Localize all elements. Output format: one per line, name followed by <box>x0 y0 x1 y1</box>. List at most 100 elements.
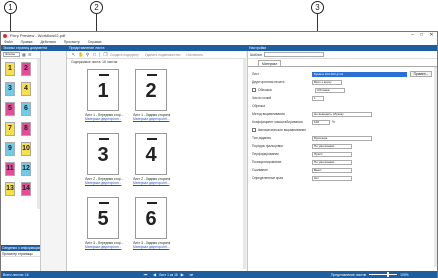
page-preview[interactable]: 5 <box>87 197 119 239</box>
menu-actions[interactable]: Действия <box>40 40 55 44</box>
page-thumbnail[interactable]: 10 <box>21 142 31 156</box>
center-scrollbar[interactable] <box>243 59 246 269</box>
sheet-card[interactable]: 5 Лист 3 - Передняя стор... Материал дву… <box>85 197 125 255</box>
thumb-row: 11 12 <box>3 161 37 181</box>
page-preview[interactable]: 2 <box>135 69 167 111</box>
auto-align-checkbox[interactable] <box>252 128 256 132</box>
sheet-card[interactable]: 1 Лист 1 - Передняя стор... Материал дву… <box>85 69 125 127</box>
list-view-icon[interactable]: ☰ <box>28 52 32 57</box>
tab-media[interactable]: Материал <box>258 60 282 66</box>
thumbnail-mode-select[interactable]: Эскизы <box>3 52 20 57</box>
sheet-media-link[interactable]: Материал двусторонн... <box>85 181 129 185</box>
page-thumbnail[interactable]: 13 <box>5 182 15 196</box>
hand-icon[interactable]: ✋ <box>78 52 84 57</box>
page-thumbnail[interactable]: 6 <box>21 102 31 116</box>
menu-file[interactable]: Файл <box>4 40 13 44</box>
edges-select[interactable]: Нет <box>312 175 352 181</box>
staple-select[interactable]: Выкл. <box>312 167 352 173</box>
page-thumbnail[interactable]: 7 <box>5 122 15 136</box>
page-preview[interactable]: 3 <box>87 133 119 175</box>
window-title: Fiery Preview - Workflow02.pdf <box>10 33 66 38</box>
sheet-card[interactable]: 3 Лист 2 - Передняя стор... Материал дву… <box>85 133 125 191</box>
paper-row: Лист Бумага 100-200 g/m2 Примен... <box>252 71 432 77</box>
page-number: 4 <box>145 144 157 166</box>
menu-help[interactable]: Справка <box>88 40 102 44</box>
job-type-row: Тип задания Брошюра <box>252 135 432 141</box>
paper-select[interactable]: Бумага 100-200 g/m2 <box>312 71 407 77</box>
zoom-slider-knob[interactable] <box>387 272 390 277</box>
placement-select[interactable]: Не выводить обрезку <box>312 111 372 117</box>
minimize-icon[interactable]: – <box>408 32 417 39</box>
thumb-row: 1 2 <box>3 61 37 81</box>
page-preview[interactable]: 4 <box>135 133 167 175</box>
page-thumbnail[interactable]: 14 <box>21 182 31 196</box>
sheet-card[interactable]: 4 Лист 2 - Задняя сторона Материал двуст… <box>133 133 173 191</box>
fold-order-select[interactable]: По умолчанию <box>312 143 352 149</box>
sheet-media-link[interactable]: Материал двусторонн... <box>133 245 177 249</box>
scale-input[interactable]: 100 <box>312 119 330 125</box>
maximize-icon[interactable]: □ <box>417 32 426 39</box>
job-type-label: Тип задания <box>252 136 271 140</box>
trim-group-label[interactable]: Обрезка <box>252 104 265 108</box>
last-page-icon[interactable]: ⏭ <box>189 272 194 277</box>
page-thumbnail[interactable]: 4 <box>21 82 31 96</box>
page-icon[interactable]: □ <box>92 52 97 57</box>
placement-label: Метод выравнивания <box>252 112 285 116</box>
apply-button[interactable]: Примен... <box>410 71 432 77</box>
menu-edit[interactable]: Правка <box>21 40 33 44</box>
zoom-icon[interactable]: ⚲ <box>85 52 90 57</box>
duplex-select[interactable]: Верх к верху <box>312 79 342 85</box>
left-scrollbar[interactable] <box>37 59 40 209</box>
sheet-card[interactable]: 6 Лист 3 - Задняя сторона Материал двуст… <box>133 197 173 255</box>
sheet-media-link[interactable]: Материал двусторонн... <box>133 181 177 185</box>
thumb-row: 7 8 <box>3 121 37 141</box>
placement-row: Метод выравнивания Не выводить обрезку <box>252 111 432 117</box>
page-thumbnail[interactable]: 1 <box>5 62 15 76</box>
first-page-icon[interactable]: ⏮ <box>143 272 148 277</box>
create-subgroup-button[interactable]: Создать подгруппу <box>110 53 139 57</box>
page-thumbnail[interactable]: 3 <box>5 82 15 96</box>
exclude-button[interactable]: Исключить <box>186 53 203 57</box>
prev-page-icon[interactable]: ◀ <box>152 272 157 277</box>
zoom-slider[interactable] <box>369 272 398 277</box>
page-preview[interactable]: 1 <box>87 69 119 111</box>
page-thumbnail-list: 1 2 3 4 5 6 7 8 9 10 11 12 13 14 <box>1 59 40 203</box>
page-thumbnail[interactable]: 8 <box>21 122 31 136</box>
punch-select[interactable]: Пресс <box>312 151 352 157</box>
pointer-icon[interactable]: ↖ <box>71 52 76 57</box>
thumb-row: 5 6 <box>3 101 37 121</box>
page-preview-label[interactable]: Просмотр страницы <box>1 251 40 257</box>
settings-scrollbar[interactable] <box>434 67 437 267</box>
page-thumbnail[interactable]: 9 <box>5 142 15 156</box>
next-page-icon[interactable]: ▶ <box>180 272 185 277</box>
copies-input[interactable]: 1 <box>312 95 324 101</box>
copy-icon[interactable]: ❐ <box>103 52 108 57</box>
menu-view[interactable]: Просмотр <box>64 40 80 44</box>
page-preview[interactable]: 6 <box>135 197 167 239</box>
callouts: 1 2 3 <box>0 0 438 65</box>
page-thumbnail[interactable]: 12 <box>21 162 31 176</box>
position-select[interactable]: По умолчанию <box>312 159 352 165</box>
job-type-select[interactable]: Брошюра <box>312 135 372 141</box>
page-thumbnail[interactable]: 2 <box>21 62 31 76</box>
cover-label: Обложка <box>258 88 272 92</box>
cover-select[interactable]: Обложка <box>315 87 345 93</box>
sheet-media-link[interactable]: Материал двусторонн... <box>133 117 177 121</box>
page-thumbnail[interactable]: 11 <box>5 162 15 176</box>
panel-gutter <box>41 51 67 271</box>
delete-subset-button[interactable]: Удалить подмножество <box>145 53 181 57</box>
settings-form: Лист Бумага 100-200 g/m2 Примен... Двуст… <box>248 67 437 263</box>
sheet-media-link[interactable]: Материал двусторонн... <box>85 245 129 249</box>
total-sheets: Всего листов: 16 <box>3 272 29 277</box>
sheet-card[interactable]: 2 Лист 1 - Задняя сторона Материал двуст… <box>133 69 173 127</box>
thumb-row: 13 14 <box>3 181 37 201</box>
page-indicator: Лист 1 из 16 <box>159 272 178 277</box>
preset-select[interactable] <box>264 52 325 57</box>
app-window: Fiery Preview - Workflow02.pdf – □ ✕ Фай… <box>0 31 438 278</box>
page-thumbnail[interactable]: 5 <box>5 102 15 116</box>
sheet-media-link[interactable]: Материал двусторонн... <box>85 117 129 121</box>
settings-panel: Шаблон Материал Лист Бумага 100-200 g/m2… <box>247 51 437 271</box>
cover-checkbox[interactable] <box>252 88 256 92</box>
grid-view-icon[interactable]: ▦ <box>22 52 26 57</box>
close-icon[interactable]: ✕ <box>426 32 437 39</box>
